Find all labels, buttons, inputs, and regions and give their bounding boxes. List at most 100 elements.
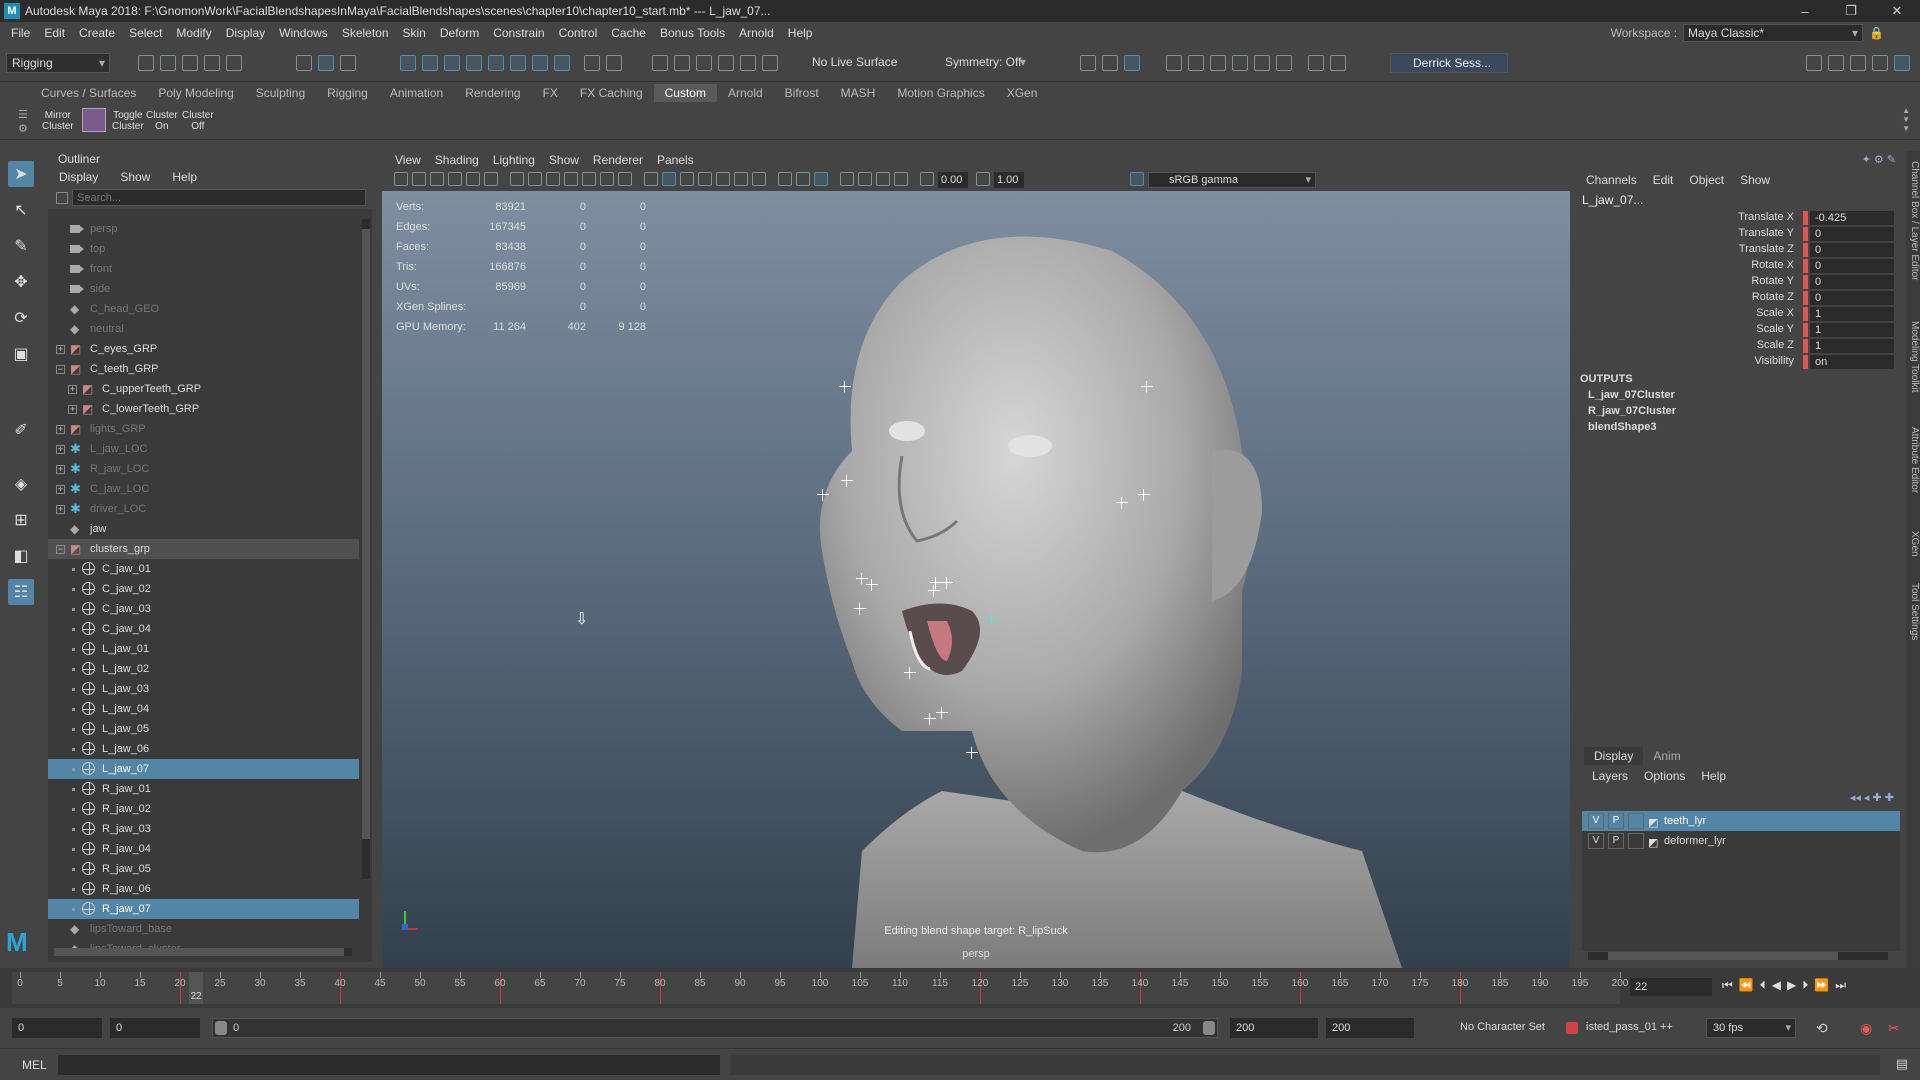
- outliner-row-l-jaw-04[interactable]: L_jaw_04: [48, 699, 359, 719]
- backface-culling-icon[interactable]: [894, 172, 908, 186]
- new-scene-icon[interactable]: [138, 55, 154, 71]
- menu-modify[interactable]: Modify: [169, 26, 218, 40]
- menu-set-dropdown[interactable]: Rigging: [6, 53, 110, 73]
- outliner-row-c-eyes-grp[interactable]: + ◩ C_eyes_GRP: [48, 339, 359, 359]
- outliner-row-c-jaw-01[interactable]: C_jaw_01: [48, 559, 359, 579]
- channel-row-translate-y[interactable]: Translate Y 0: [1578, 227, 1906, 243]
- output-node[interactable]: R_jaw_07Cluster: [1580, 403, 1676, 419]
- outliner-row-r-jaw-02[interactable]: R_jaw_02: [48, 799, 359, 819]
- isolate-select-icon[interactable]: [840, 172, 854, 186]
- outliner-row-c-jaw-03[interactable]: C_jaw_03: [48, 599, 359, 619]
- smooth-shade-icon[interactable]: [662, 172, 676, 186]
- shelf-tab-animation[interactable]: Animation: [379, 84, 454, 102]
- expand-icon[interactable]: +: [68, 405, 77, 414]
- modeling-toolkit-icon[interactable]: [1806, 55, 1822, 71]
- layer-visibility-toggle[interactable]: V: [1588, 813, 1604, 829]
- playback-end-input[interactable]: 200: [1230, 1018, 1318, 1038]
- lock-icon[interactable]: 🔒: [1869, 26, 1884, 40]
- script-editor-icon[interactable]: ▤: [1896, 1056, 1908, 1072]
- shelf-tab-fx-caching[interactable]: FX Caching: [569, 84, 654, 102]
- outliner-horizontal-scrollbar[interactable]: [54, 948, 352, 956]
- construction-history-icon[interactable]: [1080, 55, 1096, 71]
- view-transform-dropdown[interactable]: sRGB gamma: [1148, 172, 1316, 188]
- menu-select[interactable]: Select: [122, 26, 169, 40]
- outliner-menu-help[interactable]: Help: [161, 168, 208, 187]
- 2d-pan-zoom-icon[interactable]: [466, 172, 480, 186]
- textured-icon[interactable]: [716, 172, 730, 186]
- paint-select-tool-icon[interactable]: ✎: [8, 233, 34, 259]
- command-language-label[interactable]: MEL: [22, 1058, 47, 1072]
- current-time-indicator[interactable]: 22: [189, 972, 203, 1004]
- scale-tool-icon[interactable]: ▣: [8, 341, 34, 367]
- outliner-row-l-jaw-01[interactable]: L_jaw_01: [48, 639, 359, 659]
- anti-aliasing-icon[interactable]: [814, 172, 828, 186]
- attribute-editor-toggle-icon[interactable]: [1850, 55, 1866, 71]
- outliner-row-side[interactable]: side: [48, 279, 359, 299]
- layer-menu-help[interactable]: Help: [1693, 767, 1734, 785]
- menu-skin[interactable]: Skin: [396, 26, 433, 40]
- channel-menu-channels[interactable]: Channels: [1578, 171, 1645, 189]
- camera-select-icon[interactable]: [394, 172, 408, 186]
- menu-file[interactable]: File: [4, 26, 37, 40]
- cluster-handle-icon[interactable]: [936, 707, 948, 719]
- hypershade-icon[interactable]: [1232, 55, 1248, 71]
- layer-playback-toggle[interactable]: P: [1608, 833, 1624, 849]
- shelf-tab-rendering[interactable]: Rendering: [454, 84, 531, 102]
- character-set-label[interactable]: No Character Set: [1460, 1021, 1545, 1033]
- menu-deform[interactable]: Deform: [433, 26, 486, 40]
- camera-lock-icon[interactable]: [412, 172, 426, 186]
- outliner-scrollbar[interactable]: [362, 219, 370, 879]
- animation-start-input[interactable]: 0: [12, 1018, 102, 1038]
- shelf-tab-bifrost[interactable]: Bifrost: [774, 84, 830, 102]
- step-forward-frame-icon[interactable]: ⏵: [1802, 978, 1808, 993]
- select-component-icon[interactable]: [340, 55, 356, 71]
- outliner-row-c-lowerteeth-grp[interactable]: + ◩ C_lowerTeeth_GRP: [48, 399, 359, 419]
- wireframe-icon[interactable]: [644, 172, 658, 186]
- gamma-icon[interactable]: [976, 172, 990, 186]
- human-ik-icon[interactable]: [1828, 55, 1844, 71]
- outliner-search-input[interactable]: [72, 189, 366, 206]
- range-slider[interactable]: 0 200: [212, 1018, 1218, 1038]
- user-account-dropdown[interactable]: Derrick Sess...: [1390, 53, 1508, 73]
- gamma-input[interactable]: 1.00: [994, 172, 1024, 188]
- shelf-tab-poly-modeling[interactable]: Poly Modeling: [147, 84, 244, 102]
- color-management-icon[interactable]: [1130, 172, 1144, 186]
- menu-display[interactable]: Display: [219, 26, 272, 40]
- image-plane-icon[interactable]: [448, 172, 462, 186]
- default-material-icon[interactable]: [680, 172, 694, 186]
- render-current-frame-icon[interactable]: [1166, 55, 1182, 71]
- cluster-on-button[interactable]: Cluster On: [146, 110, 178, 132]
- outliner-menu-display[interactable]: Display: [48, 168, 109, 187]
- menu-cache[interactable]: Cache: [604, 26, 653, 40]
- channel-row-translate-x[interactable]: Translate X -0.425: [1578, 211, 1906, 227]
- outliner-layout-icon[interactable]: ☷: [8, 579, 34, 605]
- shelf-tab-motion-graphics[interactable]: Motion Graphics: [886, 84, 995, 102]
- snap-view-plane-icon[interactable]: [718, 55, 734, 71]
- cluster-handle-icon[interactable]: [817, 489, 829, 501]
- select-object-icon[interactable]: [318, 55, 334, 71]
- menu-help[interactable]: Help: [781, 26, 820, 40]
- snap-curve-icon[interactable]: [674, 55, 690, 71]
- range-end-handle[interactable]: [1203, 1021, 1215, 1035]
- viewport-menu-lighting[interactable]: Lighting: [486, 151, 542, 169]
- menu-skeleton[interactable]: Skeleton: [335, 26, 396, 40]
- shelf-tab-fx[interactable]: FX: [532, 84, 569, 102]
- animation-end-input[interactable]: 200: [1326, 1018, 1414, 1038]
- light-editor-icon[interactable]: [1276, 55, 1292, 71]
- side-tab-attribute-editor[interactable]: Attribute Editor: [1906, 427, 1920, 493]
- go-to-start-icon[interactable]: ⏮: [1722, 978, 1733, 993]
- exposure-icon[interactable]: [920, 172, 934, 186]
- rotate-tool-icon[interactable]: ⟳: [8, 305, 34, 331]
- minimize-button[interactable]: –: [1782, 0, 1828, 22]
- channel-row-scale-x[interactable]: Scale X 1: [1578, 307, 1906, 323]
- channel-value[interactable]: -0.425: [1803, 211, 1894, 225]
- safe-title-icon[interactable]: [618, 172, 632, 186]
- select-by-misc-icon[interactable]: [554, 55, 570, 71]
- channel-value[interactable]: 1: [1803, 323, 1894, 337]
- outliner-row-r-jaw-01[interactable]: R_jaw_01: [48, 779, 359, 799]
- layer-row[interactable]: V P ◩ deformer_lyr: [1582, 831, 1900, 851]
- select-by-joint-icon[interactable]: [422, 55, 438, 71]
- move-tool-icon[interactable]: ✥: [8, 269, 34, 295]
- outliner-row-l-jaw-03[interactable]: L_jaw_03: [48, 679, 359, 699]
- side-tab-xgen[interactable]: XGen: [1906, 531, 1920, 557]
